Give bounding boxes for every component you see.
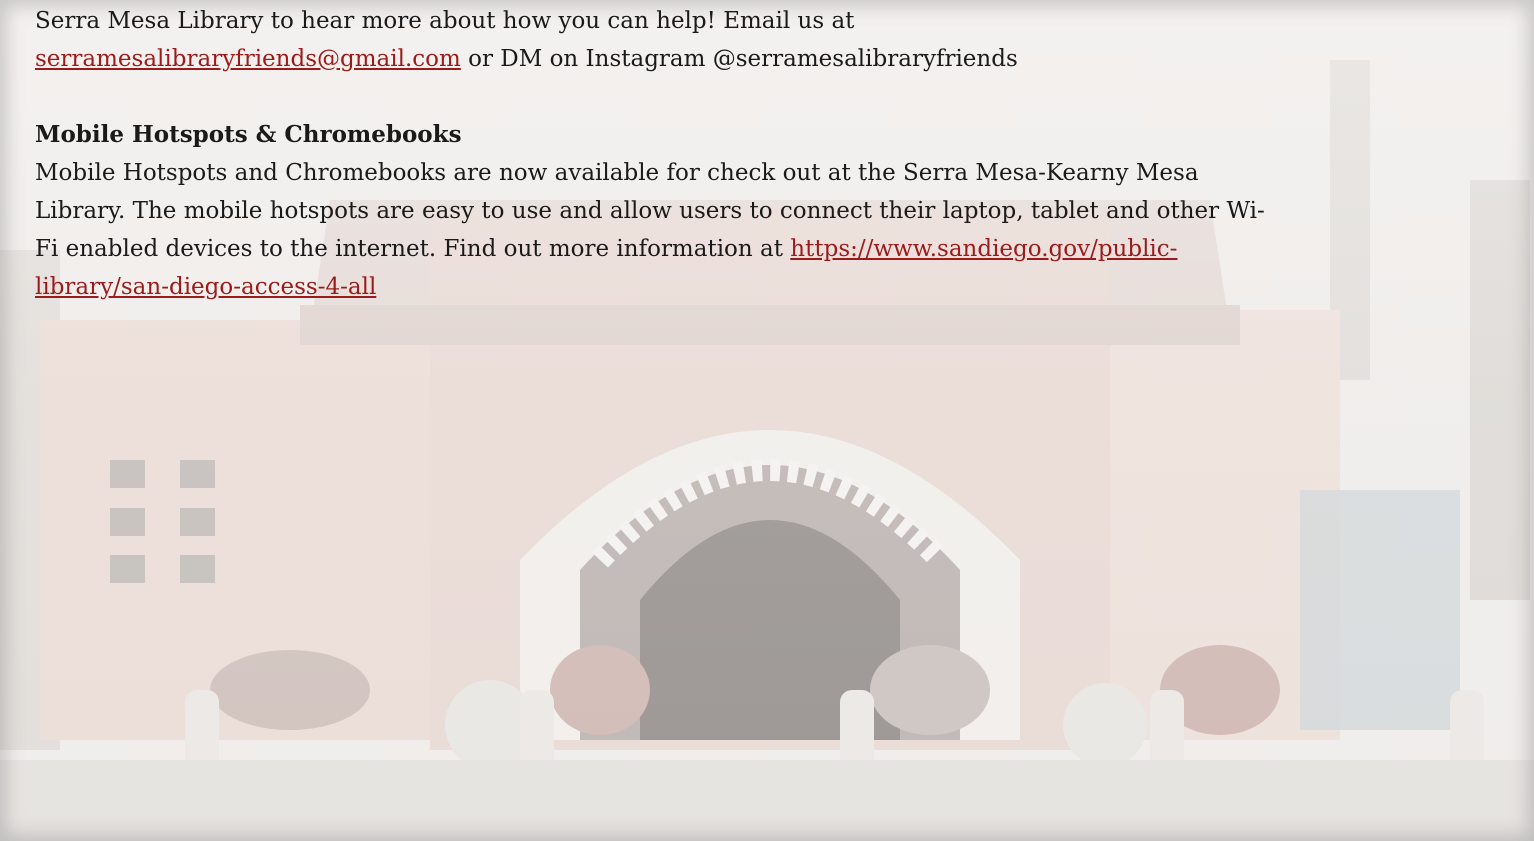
instagram-text: or DM on Instagram @serramesalibraryfrie… — [460, 46, 1018, 72]
intro-paragraph: Serra Mesa Library to hear more about ho… — [35, 0, 1495, 78]
document-body: Serra Mesa Library to hear more about ho… — [35, 0, 1495, 306]
section-heading: Mobile Hotspots & Chromebooks — [35, 121, 462, 148]
page: Serra Mesa Library to hear more about ho… — [0, 0, 1534, 841]
email-link[interactable]: serramesalibraryfriends@gmail.com — [35, 46, 461, 72]
section-line-2: Library. The mobile hotspots are easy to… — [35, 198, 1265, 224]
access-4-all-link-part-2[interactable]: library/san-diego-access-4-all — [35, 274, 376, 300]
section-line-4: library/san-diego-access-4-all — [35, 268, 1495, 306]
section-paragraph: Mobile Hotspots and Chromebooks are now … — [35, 154, 1495, 306]
section-line-1: Mobile Hotspots and Chromebooks are now … — [35, 160, 1199, 186]
access-4-all-link-part-1[interactable]: https://www.sandiego.gov/public- — [790, 236, 1177, 262]
section-line-3: Fi enabled devices to the internet. Find… — [35, 230, 1495, 268]
section-line-3-text: Fi enabled devices to the internet. Find… — [35, 236, 791, 262]
intro-line-2: serramesalibraryfriends@gmail.com or DM … — [35, 40, 1495, 78]
intro-line-1: Serra Mesa Library to hear more about ho… — [35, 8, 855, 34]
